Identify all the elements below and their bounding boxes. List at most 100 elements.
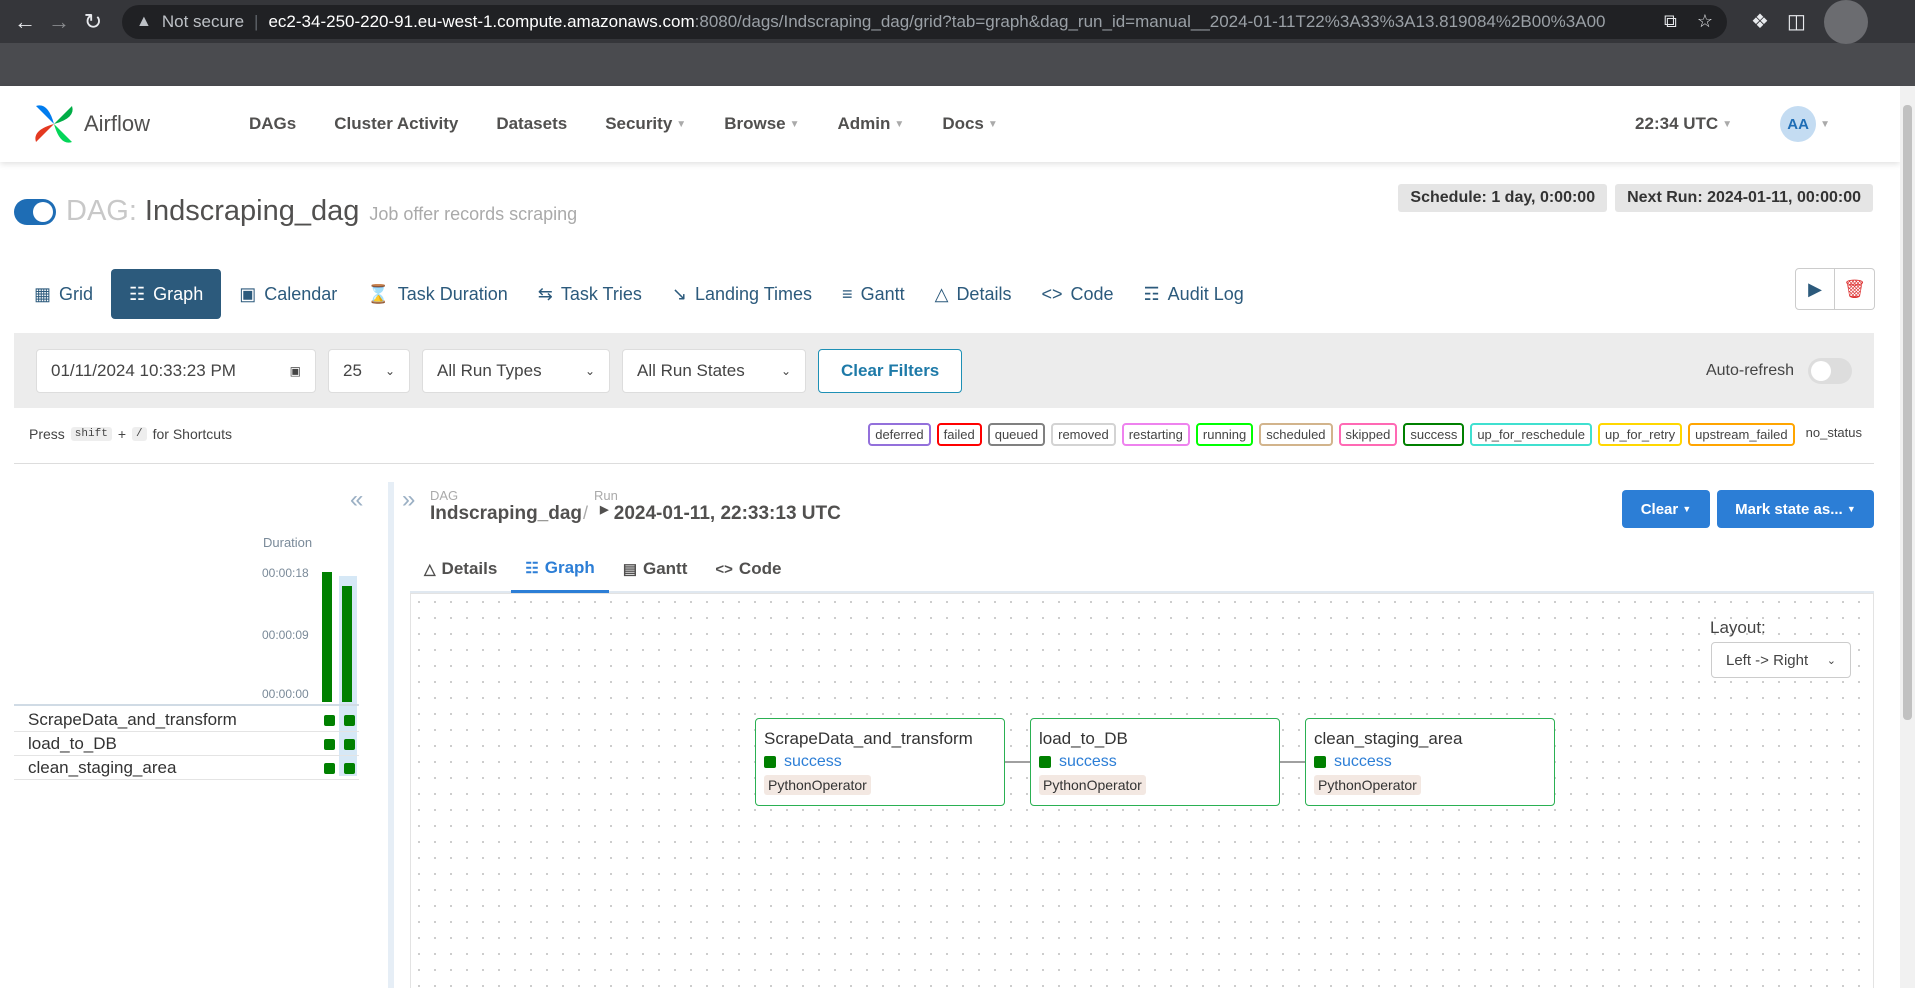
node-state: success: [1039, 753, 1271, 771]
breadcrumb-run[interactable]: ▶ 2024-01-11, 22:33:13 UTC: [600, 503, 841, 525]
legend-success[interactable]: success: [1403, 423, 1465, 446]
legend-running[interactable]: running: [1195, 423, 1254, 446]
tab-audit-log[interactable]: ☶ Audit Log: [1132, 269, 1256, 319]
legend-upstream-failed[interactable]: upstream_failed: [1688, 423, 1795, 446]
status-square-icon: [1039, 756, 1051, 768]
task-row[interactable]: clean_staging_area: [14, 756, 359, 780]
legend-up-for-retry[interactable]: up_for_retry: [1598, 423, 1683, 446]
tab-gantt[interactable]: ≡ Gantt: [830, 269, 917, 319]
autorefresh-toggle[interactable]: [1808, 357, 1852, 384]
run-state-select[interactable]: All Run States ⌄: [622, 348, 806, 393]
graph-edge: [1004, 761, 1030, 763]
caret-down-icon[interactable]: ▼: [1820, 119, 1830, 130]
tab-task-duration[interactable]: ⌛ Task Duration: [355, 269, 519, 319]
tab-details[interactable]: △ Details: [923, 269, 1024, 319]
delete-dag-button[interactable]: 🗑: [1835, 268, 1875, 310]
layout-select[interactable]: Left -> Right ⌄: [1711, 642, 1851, 678]
run-duration-bar[interactable]: [342, 586, 352, 702]
airflow-brand[interactable]: Airflow: [30, 100, 200, 148]
bookmarks-bar: [0, 43, 1915, 86]
trigger-dag-button[interactable]: ▶: [1795, 268, 1835, 310]
clear-filters-button[interactable]: Clear Filters: [818, 348, 963, 393]
breadcrumb-dag-label: DAG: [430, 488, 459, 503]
task-instance-status-square[interactable]: [344, 763, 355, 774]
task-instance-status-square[interactable]: [324, 763, 335, 774]
code-icon: <>: [715, 560, 733, 578]
nav-browse[interactable]: Browse ▼: [705, 114, 818, 134]
extensions-icon[interactable]: ❖: [1751, 9, 1769, 34]
legend-scheduled[interactable]: scheduled: [1259, 423, 1333, 446]
nav-security[interactable]: Security ▼: [586, 114, 705, 134]
node-state: success: [1314, 753, 1546, 771]
share-icon[interactable]: ⧉: [1664, 11, 1677, 32]
duration-label: Duration: [263, 535, 313, 550]
breadcrumb-dag[interactable]: Indscraping_dag: [430, 503, 582, 525]
tab-code[interactable]: <> Code: [1029, 269, 1125, 319]
legend-removed[interactable]: removed: [1051, 423, 1116, 446]
timezone-clock[interactable]: 22:34 UTC: [1635, 114, 1718, 134]
legend-failed[interactable]: failed: [936, 423, 982, 446]
expand-details-icon[interactable]: »: [402, 486, 415, 514]
reload-icon[interactable]: ↻: [76, 5, 110, 39]
subtab-graph[interactable]: ☷ Graph: [511, 545, 609, 593]
breadcrumb-run-label: Run: [594, 488, 618, 503]
nav-dags[interactable]: DAGs: [230, 114, 315, 134]
mark-state-button[interactable]: Mark state as... ▼: [1717, 490, 1874, 528]
graph-node-scrapedata-and-transform[interactable]: ScrapeData_and_transform success PythonOpe…: [755, 718, 1005, 806]
legend-no-status[interactable]: no_status: [1801, 423, 1867, 446]
collapse-grid-icon[interactable]: «: [350, 486, 363, 514]
nav-cluster-activity[interactable]: Cluster Activity: [315, 114, 477, 134]
forward-icon[interactable]: →: [42, 5, 76, 39]
legend-queued[interactable]: queued: [987, 423, 1046, 446]
nav-admin[interactable]: Admin ▼: [819, 114, 924, 134]
run-duration-bar[interactable]: [322, 572, 332, 702]
tab-landing-times[interactable]: ↘ Landing Times: [660, 269, 824, 319]
nav-datasets[interactable]: Datasets: [477, 114, 586, 134]
sidepanel-icon[interactable]: ◫: [1787, 9, 1806, 34]
task-instance-status-square[interactable]: [324, 739, 335, 750]
url-text: ec2-34-250-220-91.eu-west-1.compute.amaz…: [268, 11, 1606, 31]
task-instance-status-square[interactable]: [344, 739, 355, 750]
brand-name: Airflow: [84, 111, 151, 136]
address-bar[interactable]: ▲ Not secure | ec2-34-250-220-91.eu-west…: [122, 4, 1727, 39]
caret-down-icon[interactable]: ▼: [1722, 119, 1732, 130]
browser-profile-avatar[interactable]: [1823, 0, 1868, 44]
task-row[interactable]: ScrapeData_and_transform: [14, 708, 359, 732]
nav-docs[interactable]: Docs ▼: [923, 114, 1016, 134]
scrollbar-thumb[interactable]: [1903, 105, 1912, 720]
node-state: success: [764, 753, 996, 771]
caret-down-icon: ▼: [789, 118, 800, 130]
legend-skipped[interactable]: skipped: [1338, 423, 1398, 446]
num-runs-select[interactable]: 25 ⌄: [328, 348, 410, 393]
bookmark-star-icon[interactable]: ☆: [1697, 11, 1713, 32]
graph-node-clean-staging-area[interactable]: clean_staging_area success PythonOperator: [1305, 718, 1555, 806]
node-title: load_to_DB: [1039, 729, 1128, 748]
legend-deferred[interactable]: deferred: [868, 423, 931, 446]
code-icon: <>: [1041, 283, 1063, 304]
task-row[interactable]: load_to_DB: [14, 732, 359, 756]
task-name: ScrapeData_and_transform: [28, 709, 237, 729]
schedule-badge: Schedule: 1 day, 0:00:00: [1398, 184, 1608, 212]
chevron-down-icon: ⌄: [384, 363, 395, 378]
dag-pause-toggle[interactable]: [14, 198, 56, 225]
clear-run-button[interactable]: Clear ▼: [1622, 490, 1710, 528]
legend-up-for-reschedule[interactable]: up_for_reschedule: [1470, 423, 1593, 446]
layout-label: Layout:: [1710, 618, 1766, 637]
subtab-details[interactable]: △ Details: [410, 545, 511, 593]
subtab-code[interactable]: <> Code: [701, 545, 795, 593]
tab-task-tries[interactable]: ⇆ Task Tries: [526, 269, 654, 319]
legend-restarting[interactable]: restarting: [1121, 423, 1190, 446]
graph-node-load-to-db[interactable]: load_to_DB success PythonOperator: [1030, 718, 1280, 806]
subtab-gantt[interactable]: ▤ Gantt: [609, 545, 702, 593]
back-icon[interactable]: ←: [8, 5, 42, 39]
panel-resize-handle[interactable]: [388, 482, 394, 988]
task-instance-status-square[interactable]: [344, 715, 355, 726]
user-avatar[interactable]: AA: [1780, 106, 1817, 142]
tab-grid[interactable]: ▦ Grid: [22, 269, 105, 319]
tab-graph[interactable]: ☷ Graph: [111, 269, 222, 319]
base-date-input[interactable]: 01/11/2024 10:33:23 PM ▣: [36, 348, 316, 393]
tab-calendar[interactable]: ▣ Calendar: [227, 269, 349, 319]
task-instance-status-square[interactable]: [324, 715, 335, 726]
run-type-select[interactable]: All Run Types ⌄: [422, 348, 610, 393]
caret-down-icon: ▼: [987, 118, 998, 130]
